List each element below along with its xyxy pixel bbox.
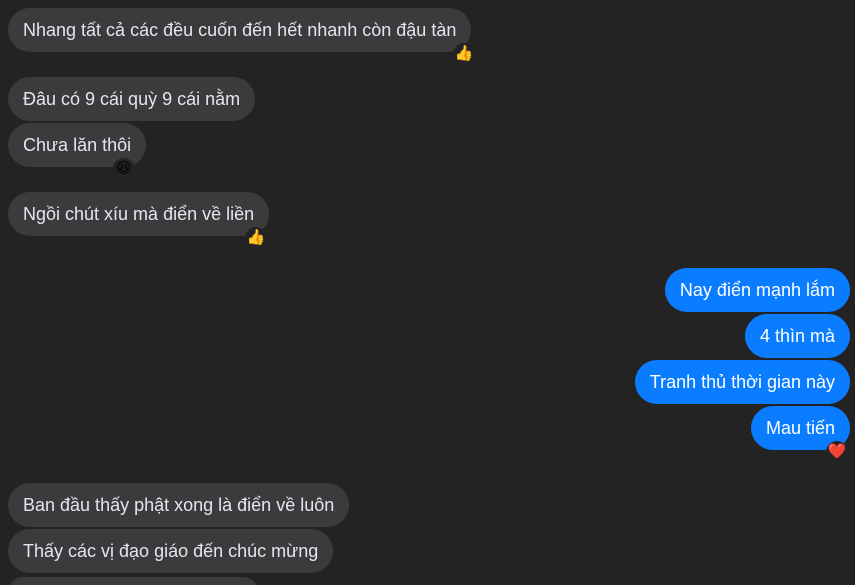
outgoing-message[interactable]: Tranh thủ thời gian này [634, 360, 850, 404]
heart-reaction-icon[interactable]: ❤️ [826, 441, 848, 463]
outgoing-message[interactable]: 4 thìn mà [744, 314, 850, 358]
incoming-message[interactable]: Thấy các vị đạo giáo đến chúc mừng [8, 529, 334, 573]
thumbs-up-reaction-icon[interactable]: 👍 [245, 227, 267, 249]
outgoing-message[interactable]: Nay điển mạnh lắm [664, 268, 850, 312]
incoming-message[interactable]: Ngồi chút xíu mà điển về liền [8, 192, 270, 236]
incoming-message-partial[interactable] [8, 577, 258, 585]
incoming-message[interactable]: Ban đầu thấy phật xong là điển về luôn [8, 483, 350, 527]
incoming-message[interactable]: Nhang tất cả các đều cuốn đến hết nhanh … [8, 8, 472, 52]
incoming-message[interactable]: Đâu có 9 cái quỳ 9 cái nằm [8, 77, 256, 121]
laughing-reaction-icon[interactable]: 😆 [113, 158, 135, 180]
chat-thread: Nhang tất cả các đều cuốn đến hết nhanh … [0, 0, 855, 585]
thumbs-up-reaction-icon[interactable]: 👍 [453, 43, 475, 65]
